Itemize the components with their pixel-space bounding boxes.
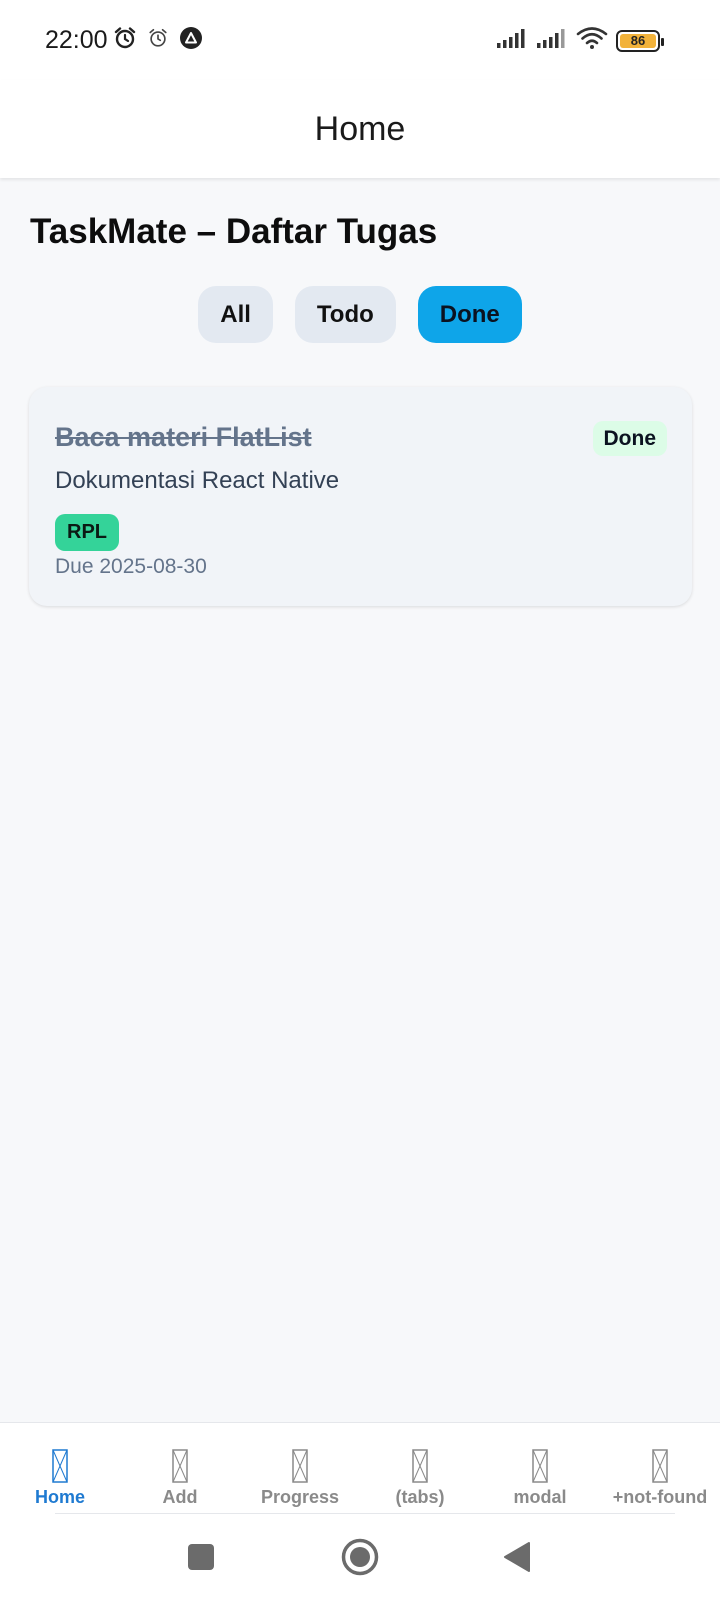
alarm-clock-icon xyxy=(113,26,137,55)
home-icon[interactable] xyxy=(341,1538,379,1581)
missing-glyph-icon xyxy=(532,1449,548,1483)
recents-icon[interactable] xyxy=(188,1544,214,1575)
tab-label: +not-found xyxy=(612,1487,708,1507)
missing-glyph-icon xyxy=(292,1449,308,1483)
missing-glyph-icon xyxy=(412,1449,428,1483)
tab-not-found[interactable]: +not-found xyxy=(600,1423,720,1514)
tab-home[interactable]: Home xyxy=(0,1423,120,1514)
tab-progress[interactable]: Progress xyxy=(240,1423,360,1514)
battery-icon: 86 xyxy=(616,29,664,52)
task-tag: RPL xyxy=(55,514,119,551)
tab-label: modal xyxy=(513,1487,567,1507)
status-right-icons: 86 xyxy=(496,26,664,55)
status-time: 22:00 xyxy=(45,26,108,54)
filter-chips: All Todo Done xyxy=(0,286,720,343)
system-navigation-bar xyxy=(0,1514,720,1600)
status-badge[interactable]: Done xyxy=(592,421,667,456)
tab-label: Progress xyxy=(260,1487,340,1507)
missing-glyph-icon xyxy=(652,1449,668,1483)
bottom-tab-bar: Home Add Progress (tabs) modal +not-foun… xyxy=(0,1422,720,1514)
filter-todo-button[interactable]: Todo xyxy=(294,286,396,343)
tab-label: (tabs) xyxy=(395,1487,445,1507)
missing-glyph-icon xyxy=(172,1449,188,1483)
tab-label: Add xyxy=(162,1487,198,1507)
signal-icon xyxy=(496,27,528,54)
back-icon[interactable] xyxy=(503,1541,531,1578)
status-bar: 22:00 86 xyxy=(0,0,720,80)
filter-all-button[interactable]: All xyxy=(198,286,273,343)
battery-level: 86 xyxy=(630,33,646,48)
page-title: TaskMate – Daftar Tugas xyxy=(30,212,438,251)
app-header: Home xyxy=(0,80,720,178)
app-logo-icon xyxy=(179,26,203,55)
status-left-icons xyxy=(113,26,203,55)
signal-icon xyxy=(536,27,568,54)
task-card[interactable]: Baca materi FlatList Dokumentasi React N… xyxy=(29,387,692,606)
tab-label: Home xyxy=(34,1487,85,1507)
header-title: Home xyxy=(314,109,406,148)
missing-glyph-icon xyxy=(52,1449,68,1483)
task-description: Dokumentasi React Native xyxy=(55,467,340,494)
battery-tip xyxy=(661,37,664,46)
filter-done-button[interactable]: Done xyxy=(417,286,522,343)
task-due-date: Due 2025-08-30 xyxy=(55,555,207,578)
tab-modal[interactable]: modal xyxy=(480,1423,600,1514)
wifi-icon xyxy=(576,26,608,55)
tab-tabs[interactable]: (tabs) xyxy=(360,1423,480,1514)
alarm-icon xyxy=(147,27,169,54)
task-title: Baca materi FlatList xyxy=(55,422,312,452)
tab-add[interactable]: Add xyxy=(120,1423,240,1514)
